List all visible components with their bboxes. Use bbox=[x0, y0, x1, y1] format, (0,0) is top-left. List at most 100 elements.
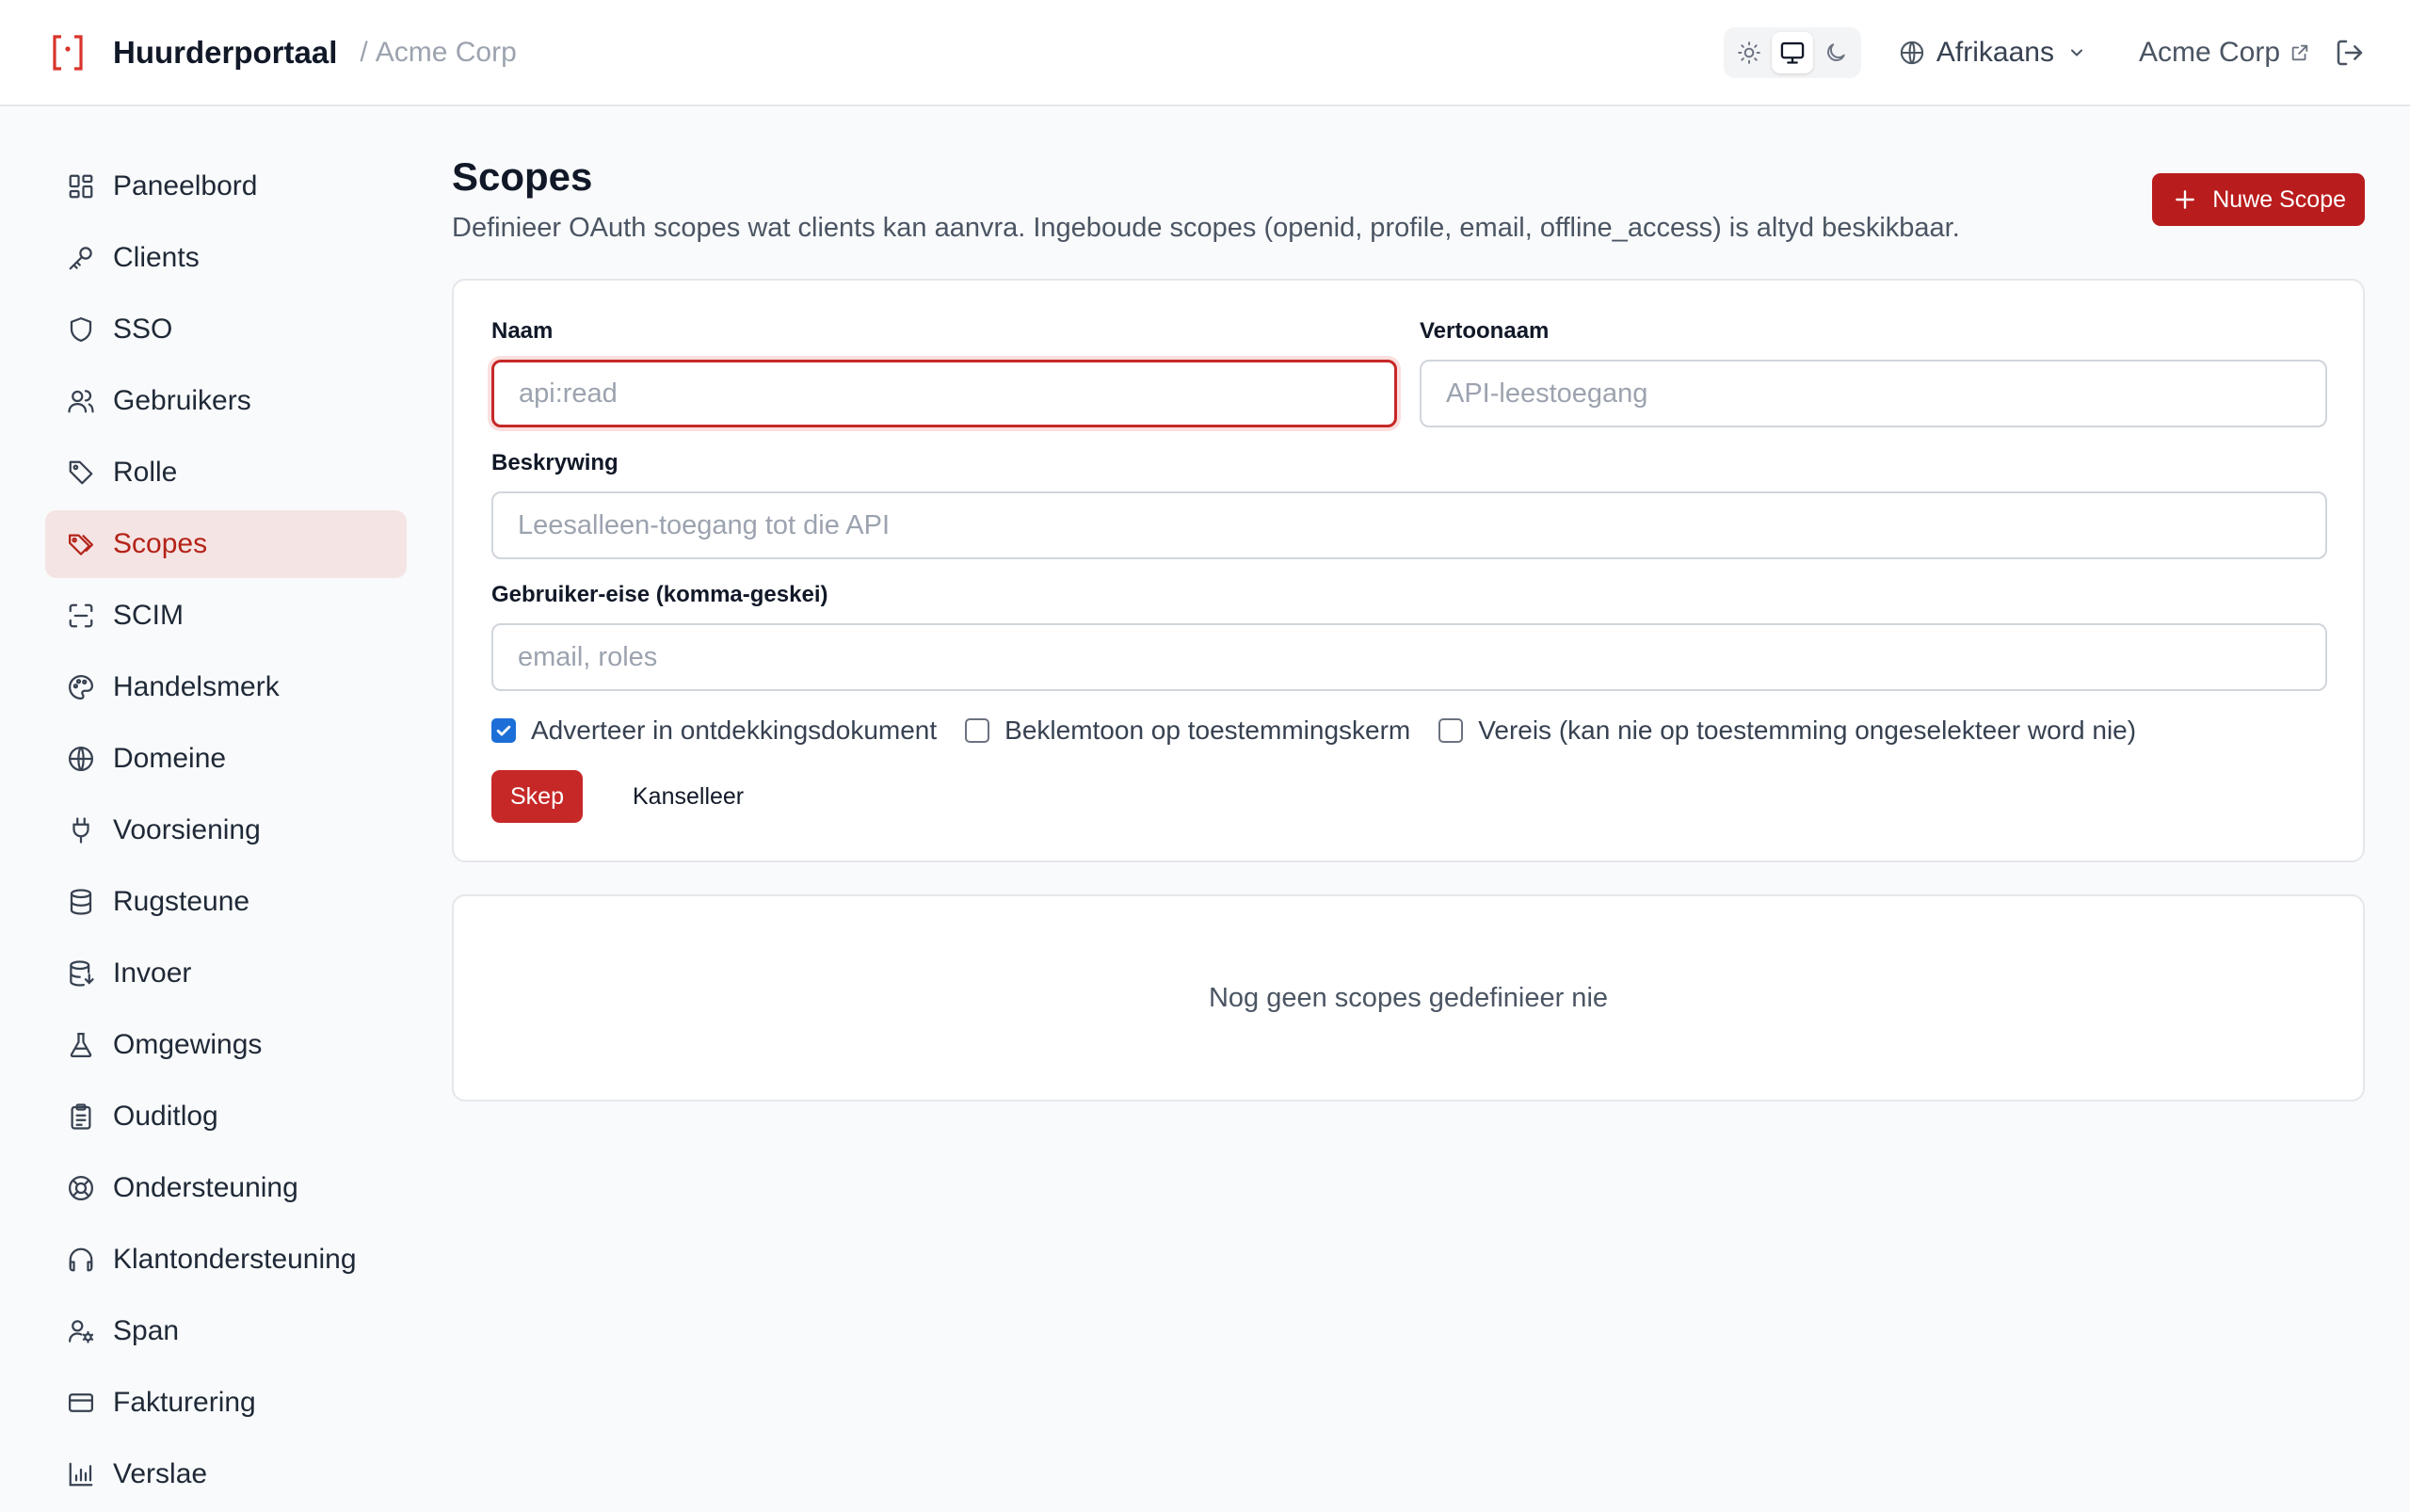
sidebar-item-domeine[interactable]: Domeine bbox=[45, 725, 407, 793]
scope-options: Adverteer in ontdekkingsdokument Beklemt… bbox=[491, 716, 2164, 746]
name-label: Naam bbox=[491, 318, 554, 344]
brand-title: Huurderportaal bbox=[113, 34, 338, 70]
dashboard-icon bbox=[66, 171, 96, 201]
page-header: Scopes Definieer OAuth scopes wat client… bbox=[452, 151, 2365, 279]
description-label: Beskrywing bbox=[491, 450, 619, 475]
claims-input[interactable] bbox=[491, 623, 2327, 691]
sidebar-item-label: SCIM bbox=[113, 600, 184, 631]
external-link-icon bbox=[2291, 44, 2308, 60]
checkbox-unchecked[interactable] bbox=[965, 718, 990, 743]
required-checkbox[interactable]: Vereis (kan nie op toestemming ongeselek… bbox=[1438, 716, 2136, 746]
scopes-empty-state: Nog geen scopes gedefinieer nie bbox=[452, 894, 2365, 1102]
monitor-icon bbox=[1780, 41, 1805, 64]
sidebar-item-fakturering[interactable]: Fakturering bbox=[45, 1369, 407, 1437]
theme-switcher bbox=[1723, 26, 1861, 78]
advertise-checkbox[interactable]: Adverteer in ontdekkingsdokument bbox=[491, 716, 937, 746]
sidebar-item-label: Voorsiening bbox=[113, 814, 261, 845]
theme-system-button[interactable] bbox=[1771, 31, 1813, 73]
empty-state-text: Nog geen scopes gedefinieer nie bbox=[1208, 982, 1609, 1013]
brand-logo-icon bbox=[49, 34, 87, 72]
sidebar-item-voorsiening[interactable]: Voorsiening bbox=[45, 796, 407, 864]
scope-form-card: Naam Vertoonaam Beskrywing Gebruiker-eis… bbox=[452, 279, 2365, 862]
sidebar-item-clients[interactable]: Clients bbox=[45, 224, 407, 292]
sidebar-item-label: Handelsmerk bbox=[113, 671, 280, 702]
database-icon bbox=[66, 887, 96, 917]
top-header: Huurderportaal / Acme Corp Afrikaans Acm… bbox=[0, 0, 2410, 106]
create-button[interactable]: Skep bbox=[491, 770, 583, 823]
sidebar-item-label: Invoer bbox=[113, 957, 192, 989]
sidebar-item-rugsteune[interactable]: Rugsteune bbox=[45, 868, 407, 936]
sidebar-item-label: Klantondersteuning bbox=[113, 1244, 357, 1275]
lifebuoy-icon bbox=[66, 1173, 96, 1203]
sidebar-item-label: Gebruikers bbox=[113, 385, 251, 416]
page-title: Scopes bbox=[452, 154, 593, 199]
sidebar-item-label: Scopes bbox=[113, 528, 208, 559]
checkbox-unchecked[interactable] bbox=[1438, 718, 1464, 743]
brand[interactable]: Huurderportaal / Acme Corp bbox=[49, 34, 517, 72]
checkbox-checked[interactable] bbox=[491, 718, 516, 743]
sidebar-item-gebruikers[interactable]: Gebruikers bbox=[45, 367, 407, 435]
flask-icon bbox=[66, 1030, 96, 1060]
shield-icon bbox=[66, 314, 96, 345]
theme-light-button[interactable] bbox=[1728, 32, 1770, 73]
users-icon bbox=[66, 386, 96, 416]
sidebar-item-label: Paneelbord bbox=[113, 170, 258, 201]
emphasize-label: Beklemtoon op toestemmingskerm bbox=[1004, 716, 1411, 745]
bar-chart-icon bbox=[66, 1459, 96, 1489]
scan-icon bbox=[66, 601, 96, 631]
advertise-label: Adverteer in ontdekkingsdokument bbox=[531, 716, 938, 745]
breadcrumb-org: Acme Corp bbox=[375, 36, 517, 68]
sidebar-item-label: Clients bbox=[113, 242, 200, 273]
language-label: Afrikaans bbox=[1936, 36, 2054, 68]
headphones-icon bbox=[66, 1245, 96, 1275]
sidebar-item-label: Ondersteuning bbox=[113, 1172, 298, 1203]
globe-icon bbox=[1900, 40, 1924, 64]
plus-icon bbox=[2176, 190, 2195, 209]
database-import-icon bbox=[66, 958, 96, 989]
sidebar-item-handelsmerk[interactable]: Handelsmerk bbox=[45, 653, 407, 721]
palette-icon bbox=[66, 672, 96, 702]
sun-icon bbox=[1738, 40, 1760, 64]
credit-card-icon bbox=[66, 1388, 96, 1418]
main-content: Scopes Definieer OAuth scopes wat client… bbox=[452, 151, 2365, 1102]
sidebar-item-rolle[interactable]: Rolle bbox=[45, 439, 407, 507]
new-scope-label: Nuwe Scope bbox=[2212, 185, 2346, 213]
sidebar-item-label: Verslae bbox=[113, 1458, 208, 1489]
tag-icon bbox=[66, 458, 96, 488]
sidebar-item-label: Rugsteune bbox=[113, 886, 250, 917]
chevron-down-icon bbox=[2070, 49, 2082, 56]
cancel-button[interactable]: Kanselleer bbox=[619, 770, 757, 823]
sidebar-item-invoer[interactable]: Invoer bbox=[45, 940, 407, 1007]
language-selector[interactable]: Afrikaans bbox=[1899, 37, 2097, 69]
sidebar-item-label: Ouditlog bbox=[113, 1101, 218, 1132]
sidebar-item-label: Fakturering bbox=[113, 1387, 256, 1418]
sidebar-item-scim[interactable]: SCIM bbox=[45, 582, 407, 650]
org-link-label: Acme Corp bbox=[2138, 36, 2280, 68]
sidebar-item-omgewings[interactable]: Omgewings bbox=[45, 1011, 407, 1079]
sidebar-item-ouditlog[interactable]: Ouditlog bbox=[45, 1083, 407, 1150]
sidebar-item-verslae[interactable]: Verslae bbox=[45, 1440, 407, 1508]
sidebar-item-label: SSO bbox=[113, 314, 173, 345]
sidebar-item-span[interactable]: Span bbox=[45, 1297, 407, 1365]
description-input[interactable] bbox=[491, 491, 2327, 559]
sidebar-item-sso[interactable]: SSO bbox=[45, 296, 407, 363]
display-name-label: Vertoonaam bbox=[1420, 318, 1550, 344]
sidebar-item-paneelbord[interactable]: Paneelbord bbox=[45, 153, 407, 220]
org-link[interactable]: Acme Corp bbox=[2139, 37, 2310, 69]
page-description: Definieer OAuth scopes wat clients kan a… bbox=[452, 213, 1960, 243]
name-input[interactable] bbox=[491, 360, 1397, 427]
emphasize-checkbox[interactable]: Beklemtoon op toestemmingskerm bbox=[965, 716, 1410, 746]
sidebar-item-ondersteuning[interactable]: Ondersteuning bbox=[45, 1154, 407, 1222]
key-icon bbox=[66, 243, 96, 273]
sidebar-item-label: Domeine bbox=[113, 743, 227, 774]
theme-dark-button[interactable] bbox=[1815, 32, 1856, 73]
sidebar-item-label: Omgewings bbox=[113, 1029, 263, 1060]
clipboard-icon bbox=[66, 1102, 96, 1132]
display-name-input[interactable] bbox=[1420, 360, 2327, 427]
sidebar-item-scopes[interactable]: Scopes bbox=[45, 510, 407, 578]
new-scope-button[interactable]: Nuwe Scope bbox=[2152, 173, 2365, 226]
breadcrumb-separator: / bbox=[360, 36, 368, 68]
moon-icon bbox=[1826, 42, 1845, 61]
sidebar-item-klantondersteuning[interactable]: Klantondersteuning bbox=[45, 1226, 407, 1294]
logout-button[interactable] bbox=[2335, 38, 2365, 68]
